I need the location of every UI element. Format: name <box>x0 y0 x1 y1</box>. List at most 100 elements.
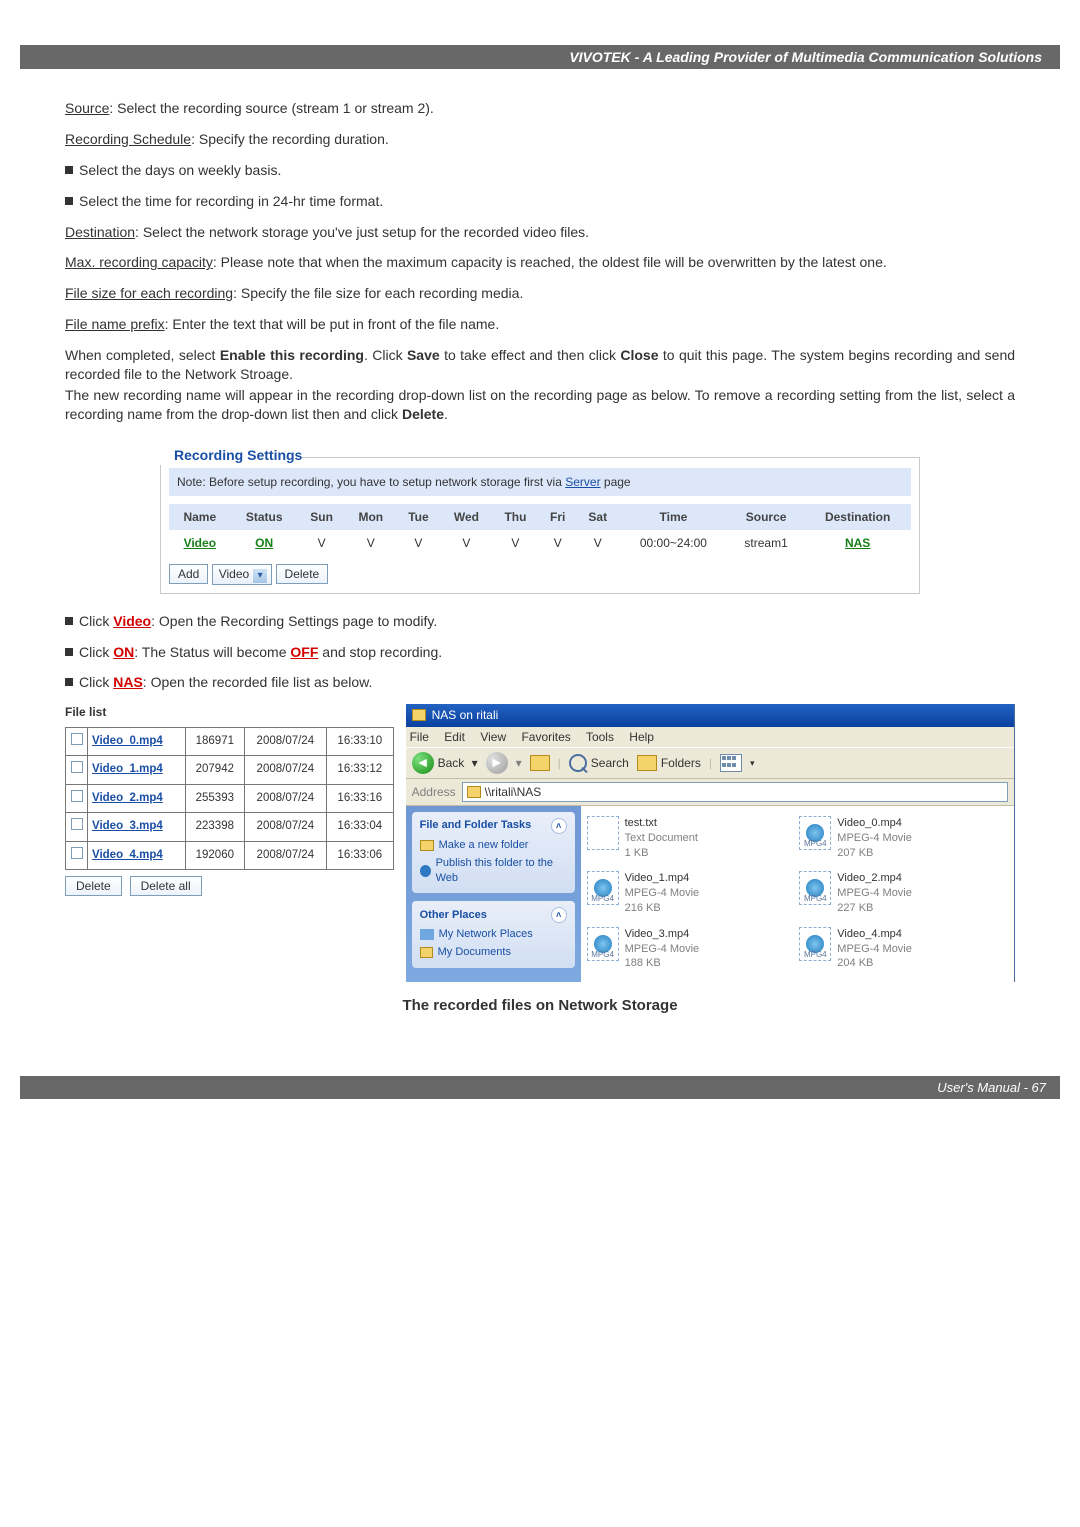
add-button[interactable]: Add <box>169 564 208 584</box>
list-item: Video_0.mp41869712008/07/2416:33:10 <box>66 727 394 756</box>
bullet-icon <box>65 197 73 205</box>
recording-dest-link[interactable]: NAS <box>845 536 870 550</box>
file-size: 188 KB <box>625 956 700 971</box>
schedule-paragraph: Recording Schedule: Specify the recordin… <box>65 130 1015 149</box>
nas-link[interactable]: NAS <box>113 674 143 690</box>
checkbox[interactable] <box>71 761 83 773</box>
file-size: 227 KB <box>837 901 912 916</box>
checkbox[interactable] <box>71 847 83 859</box>
folder-icon <box>412 709 426 721</box>
schedule-label: Recording Schedule <box>65 131 191 147</box>
explorer-tasks-pane: File and Folder Tasks˄ Make a new folder… <box>406 806 581 982</box>
explorer-files-pane: test.txtText Document1 KBMPG4Video_0.mp4… <box>581 806 1014 982</box>
address-input[interactable]: \\ritali\NAS <box>462 782 1008 802</box>
destination-label: Destination <box>65 224 135 240</box>
recording-select[interactable]: Video▾ <box>212 564 272 585</box>
recording-status-link[interactable]: ON <box>255 536 273 550</box>
menu-view[interactable]: View <box>480 730 506 744</box>
bullet-icon <box>65 678 73 686</box>
explorer-titlebar: NAS on ritali <box>406 704 1014 726</box>
file-size: 223398 <box>186 813 245 842</box>
server-link[interactable]: Server <box>565 475 600 489</box>
day-mon: V <box>346 530 397 556</box>
list-item: Video_4.mp41920602008/07/2416:33:06 <box>66 841 394 870</box>
size-label: File size for each recording <box>65 285 233 301</box>
prefix-label: File name prefix <box>65 316 165 332</box>
file-link[interactable]: Video_3.mp4 <box>92 820 163 832</box>
task-my-documents[interactable]: My Documents <box>420 945 567 960</box>
max-desc: : Please note that when the maximum capa… <box>213 254 887 270</box>
checkbox[interactable] <box>71 818 83 830</box>
collapse-icon[interactable]: ˄ <box>551 907 567 923</box>
task-new-folder[interactable]: Make a new folder <box>420 838 567 853</box>
complete-paragraph-1: When completed, select Enable this recor… <box>65 346 1015 384</box>
file-time: 16:33:12 <box>327 756 394 785</box>
days-bullet: Select the days on weekly basis. <box>65 161 1015 180</box>
menu-file[interactable]: File <box>410 730 429 744</box>
recording-name-link[interactable]: Video <box>184 536 216 550</box>
day-wed: V <box>441 530 492 556</box>
file-time: 16:33:10 <box>327 727 394 756</box>
on-click-bullet: Click ON: The Status will become OFF and… <box>65 643 1015 662</box>
network-places-icon <box>420 929 434 940</box>
menu-favorites[interactable]: Favorites <box>521 730 570 744</box>
task-publish[interactable]: Publish this folder to the Web <box>420 856 567 886</box>
recording-settings-panel: Recording Settings Note: Before setup re… <box>160 436 920 594</box>
explorer-file-item[interactable]: test.txtText Document1 KB <box>587 816 796 861</box>
explorer-file-item[interactable]: MPG4Video_3.mp4MPEG-4 Movie188 KB <box>587 927 796 972</box>
file-size: 207942 <box>186 756 245 785</box>
file-type: MPEG-4 Movie <box>837 886 912 901</box>
delete-button[interactable]: Delete <box>276 564 329 584</box>
col-fri: Fri <box>539 504 577 530</box>
file-name: test.txt <box>625 816 698 831</box>
file-size: 207 KB <box>837 846 912 861</box>
folder-icon <box>467 786 481 798</box>
recording-table: Name Status Sun Mon Tue Wed Thu Fri Sat … <box>169 504 911 556</box>
back-button[interactable]: ◄ Back ▾ <box>412 752 478 774</box>
day-sun: V <box>298 530 346 556</box>
complete-paragraph-2: The new recording name will appear in th… <box>65 386 1015 424</box>
size-desc: : Specify the file size for each recordi… <box>233 285 523 301</box>
file-date: 2008/07/24 <box>244 784 326 813</box>
file-date: 2008/07/24 <box>244 841 326 870</box>
checkbox[interactable] <box>71 733 83 745</box>
movie-icon: MPG4 <box>799 871 831 905</box>
search-button[interactable]: Search <box>569 754 629 772</box>
file-size: 192060 <box>186 841 245 870</box>
file-link[interactable]: Video_2.mp4 <box>92 792 163 804</box>
max-label: Max. recording capacity <box>65 254 213 270</box>
menu-help[interactable]: Help <box>629 730 654 744</box>
video-link[interactable]: Video <box>113 613 151 629</box>
explorer-file-item[interactable]: MPG4Video_0.mp4MPEG-4 Movie207 KB <box>799 816 1008 861</box>
task-network-places[interactable]: My Network Places <box>420 927 567 942</box>
file-type: MPEG-4 Movie <box>837 831 912 846</box>
file-delete-all-button[interactable]: Delete all <box>130 876 202 896</box>
file-name: Video_2.mp4 <box>837 871 912 886</box>
new-folder-icon <box>420 840 434 851</box>
explorer-file-item[interactable]: MPG4Video_4.mp4MPEG-4 Movie204 KB <box>799 927 1008 972</box>
file-type: Text Document <box>625 831 698 846</box>
file-link[interactable]: Video_1.mp4 <box>92 763 163 775</box>
menu-tools[interactable]: Tools <box>586 730 614 744</box>
checkbox[interactable] <box>71 790 83 802</box>
file-list-table: Video_0.mp41869712008/07/2416:33:10Video… <box>65 727 394 871</box>
window-title: NAS on ritali <box>432 707 499 723</box>
file-delete-button[interactable]: Delete <box>65 876 122 896</box>
explorer-file-item[interactable]: MPG4 Video_2.mp4MPEG-4 Movie227 KB <box>799 871 1008 916</box>
col-sun: Sun <box>298 504 346 530</box>
file-size: 255393 <box>186 784 245 813</box>
on-link[interactable]: ON <box>113 644 134 660</box>
prefix-desc: : Enter the text that will be put in fro… <box>165 316 500 332</box>
folders-button[interactable]: Folders <box>637 755 701 771</box>
forward-button[interactable]: ► <box>486 752 508 774</box>
collapse-icon[interactable]: ˄ <box>551 818 567 834</box>
file-link[interactable]: Video_0.mp4 <box>92 735 163 747</box>
explorer-file-item[interactable]: MPG4Video_1.mp4MPEG-4 Movie216 KB <box>587 871 796 916</box>
up-folder-icon[interactable] <box>530 755 550 771</box>
file-name: Video_3.mp4 <box>625 927 700 942</box>
menu-edit[interactable]: Edit <box>444 730 465 744</box>
view-button[interactable] <box>720 754 742 772</box>
off-link[interactable]: OFF <box>290 644 318 660</box>
file-link[interactable]: Video_4.mp4 <box>92 849 163 861</box>
day-thu: V <box>492 530 539 556</box>
